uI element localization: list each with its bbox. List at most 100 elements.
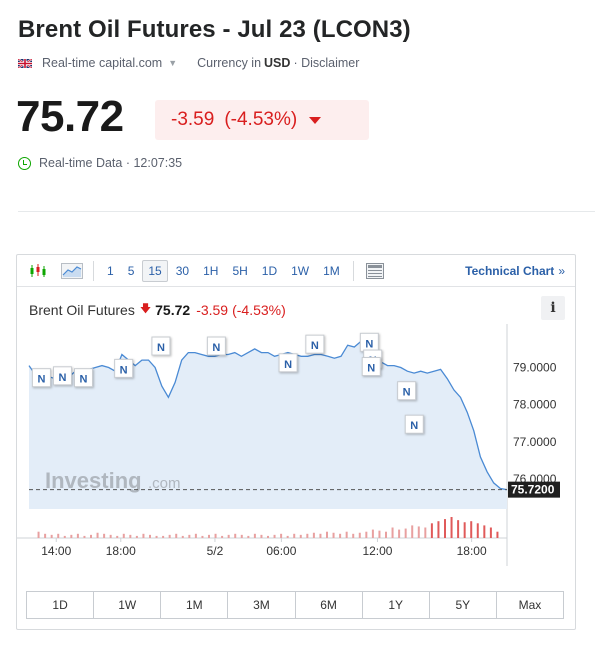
- quote-meta-bar: Real-time capital.com ▼ Currency in USD …: [18, 56, 359, 70]
- volume-bar: [273, 534, 276, 538]
- volume-bar: [76, 533, 79, 538]
- volume-bar: [312, 532, 315, 538]
- legend-instrument-name: Brent Oil Futures: [29, 301, 135, 318]
- volume-bar: [267, 535, 269, 538]
- volume-bar: [391, 527, 394, 538]
- chevron-down-icon[interactable]: ▼: [168, 58, 177, 68]
- price-change-percent: (-4.53%): [224, 109, 298, 130]
- range-1d[interactable]: 1D: [27, 592, 95, 618]
- volume-bar: [142, 533, 145, 538]
- volume-bar: [378, 530, 381, 538]
- volume-bar: [149, 534, 152, 538]
- range-3m[interactable]: 3M: [228, 592, 296, 618]
- technical-chart-link[interactable]: Technical Chart»: [465, 264, 565, 278]
- news-marker[interactable]: N: [278, 353, 298, 373]
- toolbar-separator: [352, 260, 354, 281]
- volume-bar: [57, 533, 60, 538]
- svg-text:N: N: [157, 342, 165, 354]
- timeframe-1w[interactable]: 1W: [285, 260, 315, 282]
- volume-bar: [463, 522, 466, 538]
- news-marker[interactable]: N: [305, 334, 325, 354]
- timeframe-30[interactable]: 30: [170, 260, 195, 282]
- volume-bar: [424, 527, 427, 538]
- timeframe-5[interactable]: 5: [122, 260, 141, 282]
- volume-bar: [253, 533, 256, 538]
- volume-bar: [221, 535, 224, 538]
- volume-bar: [286, 535, 289, 538]
- volume-bar: [332, 532, 335, 538]
- candlestick-chart-icon[interactable]: [23, 256, 53, 286]
- chart-widget: 1 5 15 30 1H 5H 1D 1W 1M Technical Chart» Invest…: [16, 254, 576, 630]
- volume-bar: [299, 534, 302, 538]
- price-chart: Investing .com79.000078.000077.000076.000…: [17, 324, 560, 566]
- volume-bar: [280, 533, 283, 538]
- divider: [18, 211, 595, 212]
- volume-bar: [398, 529, 401, 538]
- double-chevron-right-icon: »: [558, 264, 565, 278]
- volume-bar: [352, 533, 355, 538]
- volume-bar: [194, 533, 197, 538]
- volume-bar: [201, 535, 204, 538]
- range-1w[interactable]: 1W: [94, 592, 162, 618]
- legend-price: 75.72: [155, 301, 191, 318]
- range-1y[interactable]: 1Y: [363, 592, 430, 618]
- chart-legend: Brent Oil Futures 🡇 75.72 -3.59 (-4.53%): [29, 300, 286, 319]
- svg-text:N: N: [311, 340, 319, 352]
- range-max[interactable]: Max: [497, 592, 563, 618]
- news-marker[interactable]: N: [73, 368, 93, 388]
- price-change: -3.59: [171, 109, 215, 130]
- y-tick-label: 77.0000: [513, 435, 557, 449]
- volume-bar: [358, 532, 361, 538]
- table-view-icon[interactable]: [360, 256, 390, 286]
- volume-bar: [162, 535, 165, 538]
- volume-bar: [129, 534, 132, 538]
- volume-bar: [37, 531, 40, 538]
- disclaimer-link[interactable]: · Disclaimer: [293, 56, 359, 70]
- volume-bar: [470, 521, 473, 538]
- range-5y[interactable]: 5Y: [430, 592, 497, 618]
- volume-bar: [44, 533, 47, 538]
- range-selector: 1D 1W 1M 3M 6M 1Y 5Y Max: [26, 591, 564, 619]
- news-marker[interactable]: N: [114, 358, 134, 378]
- timeframe-1h[interactable]: 1H: [197, 260, 224, 282]
- news-marker[interactable]: N: [31, 368, 51, 388]
- news-marker[interactable]: N: [361, 357, 381, 377]
- volume-bar: [96, 532, 99, 538]
- volume-bar: [122, 533, 125, 538]
- volume-bar: [476, 523, 479, 538]
- volume-bar: [135, 535, 138, 538]
- timeframe-1[interactable]: 1: [101, 260, 120, 282]
- volume-bar: [70, 534, 73, 538]
- news-marker[interactable]: N: [397, 381, 417, 401]
- volume-bar: [306, 533, 309, 538]
- volume-bar: [365, 531, 368, 538]
- news-marker[interactable]: N: [151, 336, 171, 356]
- volume-bar: [214, 533, 217, 538]
- news-marker[interactable]: N: [359, 332, 379, 352]
- chart-area[interactable]: Investing .com 79.0000 78.0000 77.0000 76.000…: [17, 288, 575, 578]
- volume-bar: [116, 535, 119, 538]
- timeframe-5h[interactable]: 5H: [226, 260, 253, 282]
- range-6m[interactable]: 6M: [296, 592, 363, 618]
- uk-flag-icon: [18, 58, 32, 68]
- currency-value: USD: [264, 56, 291, 70]
- area-chart-icon[interactable]: [57, 256, 87, 286]
- volume-bar: [90, 534, 93, 538]
- volume-bar: [457, 520, 460, 538]
- toolbar-separator: [93, 260, 94, 281]
- timeframe-1m[interactable]: 1M: [317, 260, 346, 282]
- source-dropdown[interactable]: Real-time capital.com: [42, 56, 162, 70]
- volume-bar: [50, 534, 53, 538]
- chart-toolbar: 1 5 15 30 1H 5H 1D 1W 1M Technical Chart»: [17, 255, 575, 287]
- volume-bar: [411, 525, 414, 538]
- timeframe-15[interactable]: 15: [142, 259, 168, 282]
- news-marker[interactable]: N: [52, 366, 72, 386]
- volume-bar: [384, 531, 387, 538]
- timeframe-1d[interactable]: 1D: [256, 260, 283, 282]
- volume-bar: [319, 533, 322, 538]
- svg-text:N: N: [120, 364, 128, 376]
- news-marker[interactable]: N: [206, 336, 226, 356]
- range-1m[interactable]: 1M: [161, 592, 229, 618]
- info-icon[interactable]: i: [541, 296, 565, 320]
- news-marker[interactable]: N: [404, 414, 424, 434]
